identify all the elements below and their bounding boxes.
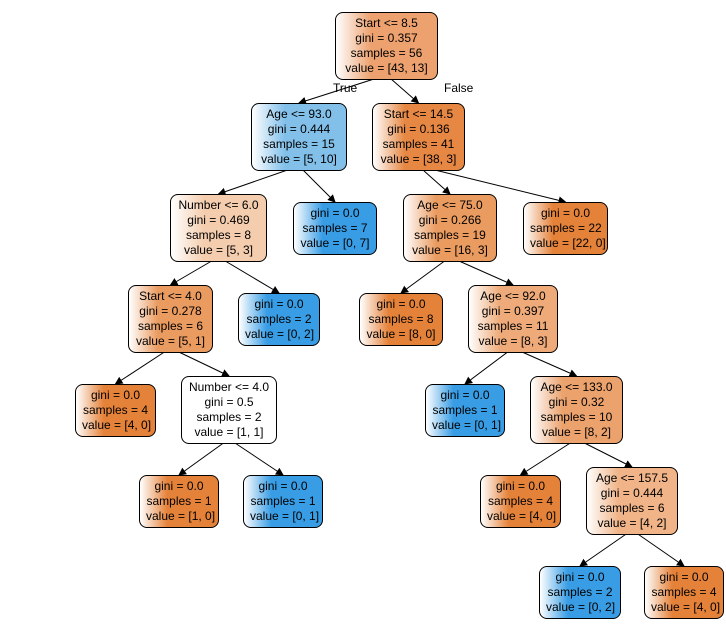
tree-node-line: gini = 0.266 — [410, 213, 490, 228]
tree-node-line: gini = 0.397 — [475, 304, 551, 319]
tree-node-line: samples = 6 — [135, 319, 206, 334]
tree-node-line: value = [0, 1] — [250, 509, 316, 524]
tree-node-3: Number <= 6.0gini = 0.469samples = 8valu… — [170, 194, 267, 262]
tree-node-20: gini = 0.0samples = 4value = [4, 0] — [644, 566, 724, 619]
tree-node-19: gini = 0.0samples = 2value = [0, 2] — [539, 566, 621, 619]
tree-node-line: gini = 0.357 — [342, 31, 431, 46]
tree-node-line: gini = 0.0 — [82, 388, 149, 403]
tree-node-line: value = [8, 0] — [366, 327, 436, 342]
tree-node-line: value = [0, 7] — [300, 236, 370, 251]
tree-node-line: Age <= 157.5 — [593, 471, 671, 486]
tree-node-line: samples = 2 — [245, 312, 313, 327]
tree-node-line: Number <= 6.0 — [177, 198, 260, 213]
tree-node-17: gini = 0.0samples = 4value = [4, 0] — [480, 475, 561, 528]
tree-node-line: Start <= 8.5 — [342, 16, 431, 31]
tree-node-line: samples = 8 — [366, 312, 436, 327]
tree-node-line: samples = 1 — [432, 403, 498, 418]
tree-node-line: samples = 2 — [188, 410, 270, 425]
tree-node-line: gini = 0.444 — [593, 486, 671, 501]
tree-node-line: samples = 4 — [487, 494, 554, 509]
tree-node-line: gini = 0.136 — [379, 122, 458, 137]
tree-node-line: value = [5, 1] — [135, 334, 206, 349]
tree-node-line: gini = 0.278 — [135, 304, 206, 319]
tree-node-1: Age <= 93.0gini = 0.444samples = 15value… — [251, 103, 347, 171]
tree-node-line: samples = 56 — [342, 46, 431, 61]
tree-node-line: gini = 0.0 — [250, 479, 316, 494]
tree-node-line: value = [1, 1] — [188, 425, 270, 440]
tree-node-line: samples = 6 — [593, 501, 671, 516]
tree-node-line: samples = 1 — [146, 494, 212, 509]
tree-node-line: Start <= 14.5 — [379, 107, 458, 122]
tree-node-7: Start <= 4.0gini = 0.278samples = 6value… — [128, 285, 213, 353]
tree-node-line: samples = 1 — [250, 494, 316, 509]
tree-node-line: value = [22, 0] — [530, 236, 601, 251]
tree-node-line: value = [38, 3] — [379, 152, 458, 167]
tree-node-line: gini = 0.0 — [651, 570, 717, 585]
tree-node-6: gini = 0.0samples = 22value = [22, 0] — [523, 202, 608, 255]
tree-node-line: value = [4, 2] — [593, 516, 671, 531]
tree-node-line: gini = 0.0 — [546, 570, 614, 585]
tree-node-18: Age <= 157.5gini = 0.444samples = 6value… — [586, 467, 678, 535]
tree-node-line: samples = 4 — [82, 403, 149, 418]
tree-node-line: samples = 7 — [300, 221, 370, 236]
tree-node-line: Number <= 4.0 — [188, 380, 270, 395]
tree-node-line: value = [1, 0] — [146, 509, 212, 524]
tree-node-line: value = [0, 2] — [245, 327, 313, 342]
tree-node-line: samples = 19 — [410, 228, 490, 243]
tree-node-line: value = [8, 3] — [475, 334, 551, 349]
tree-node-15: gini = 0.0samples = 1value = [1, 0] — [139, 475, 219, 528]
tree-node-line: samples = 10 — [537, 410, 616, 425]
tree-node-line: gini = 0.32 — [537, 395, 616, 410]
tree-node-line: gini = 0.0 — [300, 206, 370, 221]
tree-node-line: value = [5, 3] — [177, 243, 260, 258]
tree-node-16: gini = 0.0samples = 1value = [0, 1] — [243, 475, 323, 528]
tree-node-line: Age <= 93.0 — [258, 107, 340, 122]
tree-node-9: gini = 0.0samples = 8value = [8, 0] — [359, 293, 443, 346]
tree-node-0: Start <= 8.5gini = 0.357samples = 56valu… — [335, 12, 438, 80]
tree-node-2: Start <= 14.5gini = 0.136samples = 41val… — [372, 103, 465, 171]
tree-node-line: gini = 0.0 — [245, 297, 313, 312]
tree-node-line: gini = 0.0 — [146, 479, 212, 494]
tree-node-line: samples = 8 — [177, 228, 260, 243]
tree-node-line: gini = 0.0 — [366, 297, 436, 312]
tree-node-line: value = [4, 0] — [82, 418, 149, 433]
tree-node-4: gini = 0.0samples = 7value = [0, 7] — [293, 202, 377, 255]
tree-node-line: gini = 0.0 — [487, 479, 554, 494]
tree-node-line: value = [8, 2] — [537, 425, 616, 440]
tree-node-line: gini = 0.469 — [177, 213, 260, 228]
tree-node-line: Start <= 4.0 — [135, 289, 206, 304]
edge-label-false: False — [444, 81, 473, 95]
tree-node-line: Age <= 92.0 — [475, 289, 551, 304]
tree-node-line: value = [0, 1] — [432, 418, 498, 433]
tree-node-12: Number <= 4.0gini = 0.5samples = 2value … — [181, 376, 277, 444]
tree-node-line: value = [4, 0] — [487, 509, 554, 524]
tree-node-line: value = [43, 13] — [342, 61, 431, 76]
tree-node-line: gini = 0.0 — [432, 388, 498, 403]
edge-label-true: True — [333, 81, 357, 95]
tree-node-8: gini = 0.0samples = 2value = [0, 2] — [238, 293, 320, 346]
tree-node-line: value = [0, 2] — [546, 600, 614, 615]
tree-node-11: gini = 0.0samples = 4value = [4, 0] — [75, 384, 156, 437]
tree-node-5: Age <= 75.0gini = 0.266samples = 19value… — [403, 194, 497, 262]
tree-node-10: Age <= 92.0gini = 0.397samples = 11value… — [468, 285, 558, 353]
tree-node-line: gini = 0.444 — [258, 122, 340, 137]
tree-node-line: samples = 2 — [546, 585, 614, 600]
tree-node-line: samples = 4 — [651, 585, 717, 600]
tree-node-line: samples = 41 — [379, 137, 458, 152]
tree-node-line: value = [4, 0] — [651, 600, 717, 615]
tree-node-13: gini = 0.0samples = 1value = [0, 1] — [425, 384, 505, 437]
tree-node-line: samples = 22 — [530, 221, 601, 236]
tree-node-line: value = [5, 10] — [258, 152, 340, 167]
tree-node-line: value = [16, 3] — [410, 243, 490, 258]
tree-node-line: samples = 11 — [475, 319, 551, 334]
tree-node-line: samples = 15 — [258, 137, 340, 152]
tree-node-line: Age <= 75.0 — [410, 198, 490, 213]
tree-node-14: Age <= 133.0gini = 0.32samples = 10value… — [530, 376, 623, 444]
tree-node-line: gini = 0.0 — [530, 206, 601, 221]
tree-node-line: Age <= 133.0 — [537, 380, 616, 395]
tree-node-line: gini = 0.5 — [188, 395, 270, 410]
